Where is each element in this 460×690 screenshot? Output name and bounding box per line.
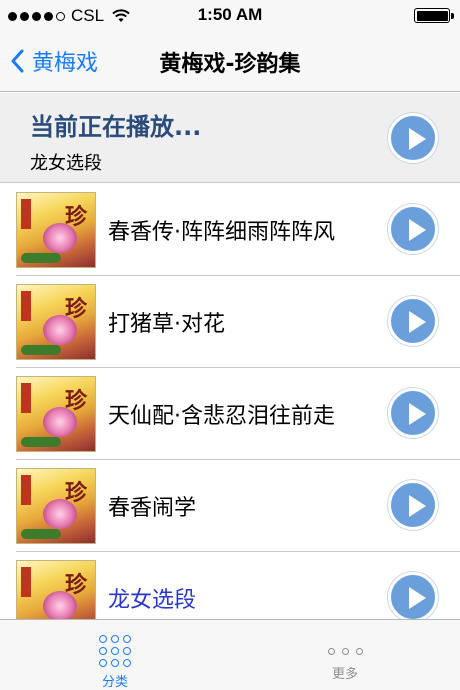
status-time: 1:50 AM <box>197 5 263 24</box>
tab-bar: 分类 更多 <box>0 619 460 690</box>
tab-category[interactable]: 分类 <box>75 628 155 690</box>
list-item[interactable]: 珍 龙女选段 <box>0 552 460 619</box>
track-title: 春香闹学 <box>108 496 197 521</box>
navigation-bar: 黄梅戏 黄梅戏-珍韵集 <box>0 30 460 92</box>
grid-icon <box>99 635 131 667</box>
list-item[interactable]: 珍 打猪草·对花 <box>0 276 460 368</box>
more-icon <box>327 648 363 655</box>
album-thumbnail: 珍 <box>16 468 96 544</box>
page-title: 黄梅戏-珍韵集 <box>159 52 301 77</box>
track-title: 打猪草·对花 <box>108 312 225 337</box>
list-item[interactable]: 珍 春香闹学 <box>0 460 460 552</box>
track-title: 春香传·阵阵细雨阵阵风 <box>108 220 335 245</box>
tab-more[interactable]: 更多 <box>305 628 385 682</box>
now-playing-play-button[interactable] <box>388 113 438 163</box>
track-title: 天仙配·含悲忍泪往前走 <box>108 404 335 429</box>
tab-category-label: 分类 <box>101 675 128 690</box>
play-button[interactable] <box>388 204 438 254</box>
album-thumbnail: 珍 <box>16 376 96 452</box>
now-playing-track: 龙女选段 <box>30 153 102 174</box>
now-playing-title: 当前正在播放... <box>30 113 202 141</box>
play-button[interactable] <box>388 572 438 619</box>
play-button[interactable] <box>388 296 438 346</box>
battery-icon <box>414 8 454 23</box>
play-button[interactable] <box>388 480 438 530</box>
list-item[interactable]: 珍 天仙配·含悲忍泪往前走 <box>0 368 460 460</box>
track-list[interactable]: 珍 春香传·阵阵细雨阵阵风 珍 打猪草·对花 珍 天仙配·含悲忍泪往前走 珍 春… <box>0 184 460 619</box>
album-thumbnail: 珍 <box>16 560 96 619</box>
album-thumbnail: 珍 <box>16 192 96 268</box>
album-thumbnail: 珍 <box>16 284 96 360</box>
list-item[interactable]: 珍 春香传·阵阵细雨阵阵风 <box>0 184 460 276</box>
track-title-active: 龙女选段 <box>108 588 197 613</box>
tab-more-label: 更多 <box>331 667 358 682</box>
play-button[interactable] <box>388 388 438 438</box>
status-bar: CSL 1:50 AM <box>0 0 460 30</box>
